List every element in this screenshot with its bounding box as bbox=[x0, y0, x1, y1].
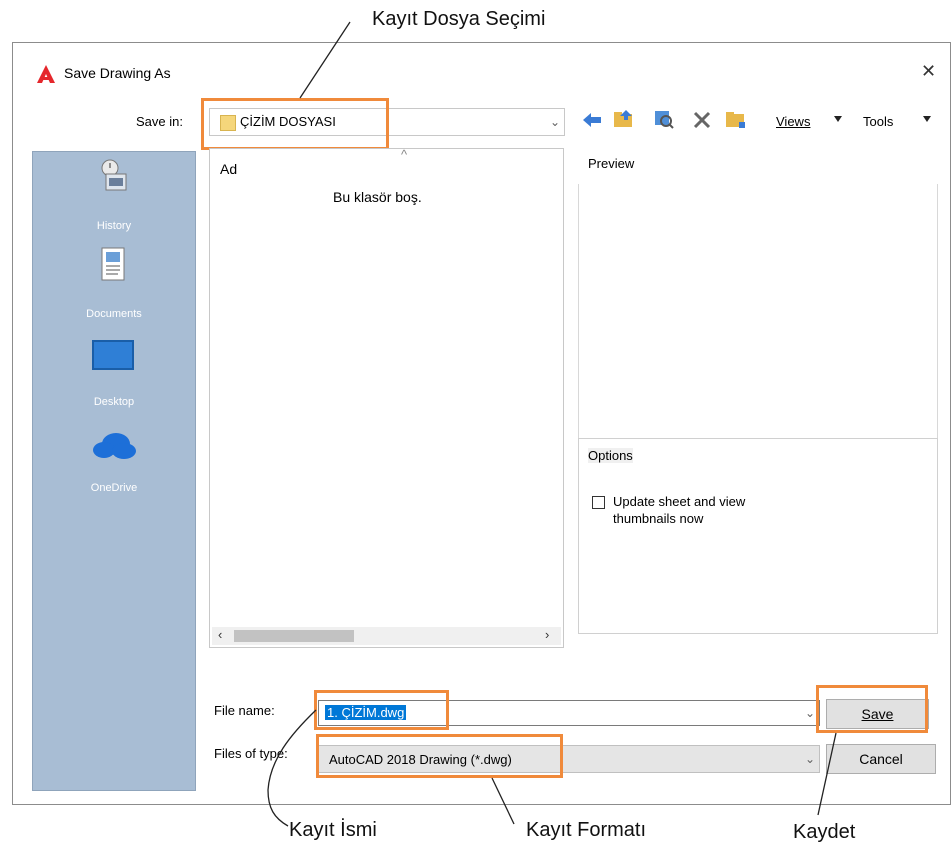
leader-file-format bbox=[491, 777, 515, 825]
annotation-leader-lines bbox=[267, 21, 837, 827]
leader-file-name bbox=[267, 709, 317, 827]
leader-save bbox=[817, 732, 837, 816]
leader-save-location bbox=[299, 21, 351, 99]
